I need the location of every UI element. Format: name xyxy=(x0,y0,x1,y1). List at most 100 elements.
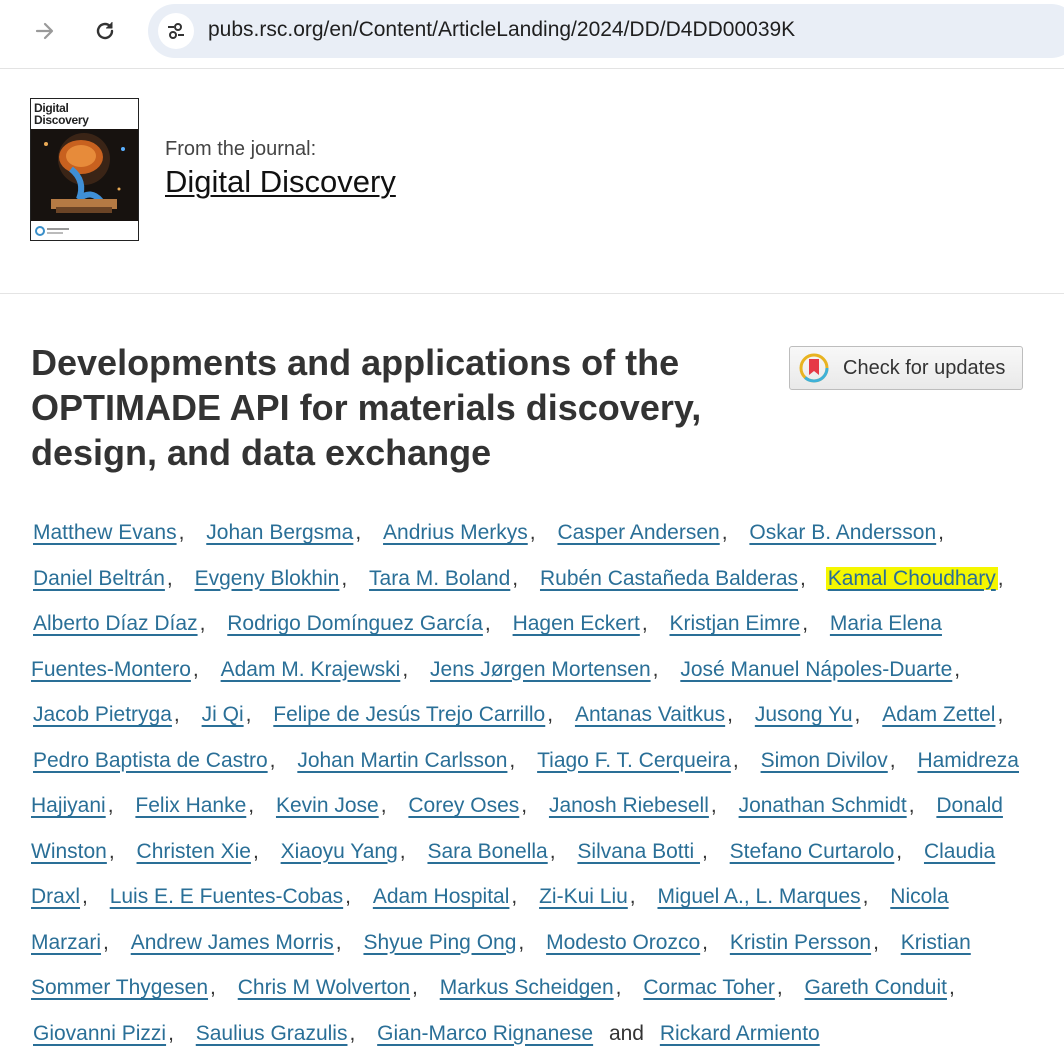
author-separator: , xyxy=(107,794,114,817)
author-separator: , xyxy=(252,839,259,863)
author-separator: , xyxy=(938,521,945,544)
author-separator: , xyxy=(954,657,961,681)
author-link[interactable]: Matthew Evans xyxy=(31,521,179,544)
author-separator: , xyxy=(521,794,528,817)
author-link[interactable]: Johan Bergsma xyxy=(204,521,355,544)
author-link[interactable]: José Manuel Nápoles-Duarte xyxy=(678,658,954,681)
author-link[interactable]: Christen Xie xyxy=(135,840,253,863)
author-link[interactable]: Alberto Díaz Díaz xyxy=(31,612,200,635)
author-separator: , xyxy=(269,748,276,772)
author-link[interactable]: Kristjan Eimre xyxy=(668,612,803,635)
author-link[interactable]: Evgeny Blokhin xyxy=(193,567,342,590)
author-separator: , xyxy=(529,521,536,544)
author-link[interactable]: Rodrigo Domínguez García xyxy=(225,612,485,635)
author-link[interactable]: Kevin Jose xyxy=(274,794,381,817)
author-separator: , xyxy=(732,748,739,772)
cover-title: Digital Discovery xyxy=(34,101,89,127)
author-separator: , xyxy=(547,703,554,726)
author-separator: , xyxy=(380,794,387,817)
site-info-button[interactable] xyxy=(158,13,194,49)
author-link[interactable]: Kristin Persson xyxy=(728,931,873,954)
author-link[interactable]: Felix Hanke xyxy=(133,794,248,817)
author-link[interactable]: Kamal Choudhary xyxy=(825,566,998,590)
author-link[interactable]: Pedro Baptista de Castro xyxy=(31,749,270,772)
author-link[interactable]: Xiaoyu Yang xyxy=(279,840,400,863)
author-link[interactable]: Tiago F. T. Cerqueira xyxy=(535,749,733,772)
author-link[interactable]: Sara Bonella xyxy=(425,840,549,863)
author-separator: , xyxy=(873,930,879,954)
author-separator: , xyxy=(727,703,733,726)
author-link[interactable]: Hagen Eckert xyxy=(511,612,642,635)
author-link[interactable]: Casper Andersen xyxy=(555,521,721,544)
author-link[interactable]: Antanas Vaitkus xyxy=(573,703,727,726)
author-link[interactable]: Jens Jørgen Mortensen xyxy=(428,658,653,681)
author-link[interactable]: Jacob Pietryga xyxy=(31,703,174,726)
author-link[interactable]: Chris M Wolverton xyxy=(236,976,412,999)
author-link[interactable]: Cormac Toher xyxy=(641,976,777,999)
author-separator: , xyxy=(484,612,491,635)
author-link[interactable]: Corey Oses xyxy=(406,794,521,817)
forward-button[interactable] xyxy=(27,13,63,49)
author-separator: , xyxy=(854,703,861,726)
author-link[interactable]: Gian-Marco Rignanese xyxy=(375,1022,595,1045)
author-separator: , xyxy=(641,612,648,635)
author-separator: , xyxy=(889,748,896,772)
author-link[interactable]: Rubén Castañeda Balderas xyxy=(538,567,800,590)
author-separator: , xyxy=(82,885,88,908)
author-link[interactable]: Stefano Curtarolo xyxy=(728,840,897,863)
author-separator: , xyxy=(802,612,809,635)
author-link[interactable]: Gareth Conduit xyxy=(803,976,949,999)
author-link[interactable]: Simon Divilov xyxy=(759,749,890,772)
author-link[interactable]: Adam M. Krajewski xyxy=(219,658,403,681)
article-title: Developments and applications of the OPT… xyxy=(31,342,702,473)
author-link[interactable]: Modesto Orozco xyxy=(544,931,702,954)
author-link[interactable]: Oskar B. Andersson xyxy=(747,521,938,544)
author-separator: , xyxy=(702,930,708,954)
author-separator: , xyxy=(948,976,955,999)
author-separator: , xyxy=(509,748,516,772)
reload-icon xyxy=(96,22,114,40)
author-separator: , xyxy=(166,566,173,590)
author-link[interactable]: Janosh Riebesell xyxy=(547,794,711,817)
author-separator: , xyxy=(103,930,109,954)
author-link[interactable]: Miguel A., L. Marques xyxy=(655,885,862,908)
author-separator: , xyxy=(245,703,252,726)
journal-cover-image[interactable]: Digital Discovery xyxy=(30,98,139,241)
tune-icon xyxy=(168,23,184,39)
author-link[interactable]: Felipe de Jesús Trejo Carrillo xyxy=(271,703,547,726)
author-separator: , xyxy=(549,839,556,863)
author-link[interactable]: Zi-Kui Liu xyxy=(537,885,630,908)
journal-name-link[interactable]: Digital Discovery xyxy=(165,164,396,200)
author-link[interactable]: Adam Zettel xyxy=(880,703,997,726)
author-separator: , xyxy=(776,976,783,999)
author-link[interactable]: Andrew James Morris xyxy=(129,931,336,954)
author-link[interactable]: Johan Martin Carlsson xyxy=(295,749,509,772)
author-link[interactable]: Daniel Beltrán xyxy=(31,567,167,590)
author-separator: , xyxy=(800,566,806,590)
cover-artwork xyxy=(31,129,138,221)
check-for-updates-button[interactable]: Check for updates xyxy=(789,346,1023,390)
author-link[interactable]: Ji Qi xyxy=(200,703,246,726)
author-separator: , xyxy=(399,839,406,863)
author-link[interactable]: Andrius Merkys xyxy=(381,521,530,544)
url-text[interactable]: pubs.rsc.org/en/Content/ArticleLanding/2… xyxy=(208,18,795,42)
browser-toolbar: pubs.rsc.org/en/Content/ArticleLanding/2… xyxy=(0,0,1064,69)
reload-button[interactable] xyxy=(87,13,123,49)
author-separator: , xyxy=(178,521,185,544)
author-link[interactable]: Saulius Grazulis xyxy=(194,1022,350,1045)
author-link[interactable]: Adam Hospital xyxy=(371,885,512,908)
author-link[interactable]: Markus Scheidgen xyxy=(438,976,616,999)
crossmark-icon xyxy=(799,353,829,383)
author-link[interactable]: Silvana Botti xyxy=(575,840,702,863)
author-link[interactable]: Jusong Yu xyxy=(753,703,855,726)
author-link[interactable]: Rickard Armiento xyxy=(658,1022,822,1045)
address-bar[interactable]: pubs.rsc.org/en/Content/ArticleLanding/2… xyxy=(148,4,1064,58)
author-link[interactable]: Shyue Ping Ong xyxy=(361,931,518,954)
author-separator: , xyxy=(997,703,1004,726)
author-separator: , xyxy=(710,794,717,817)
author-separator: , xyxy=(345,885,351,908)
author-link[interactable]: Jonathan Schmidt xyxy=(737,794,909,817)
author-link[interactable]: Giovanni Pizzi xyxy=(31,1022,168,1045)
author-link[interactable]: Luis E. E Fuentes-Cobas xyxy=(108,885,345,908)
author-link[interactable]: Tara M. Boland xyxy=(367,567,512,590)
